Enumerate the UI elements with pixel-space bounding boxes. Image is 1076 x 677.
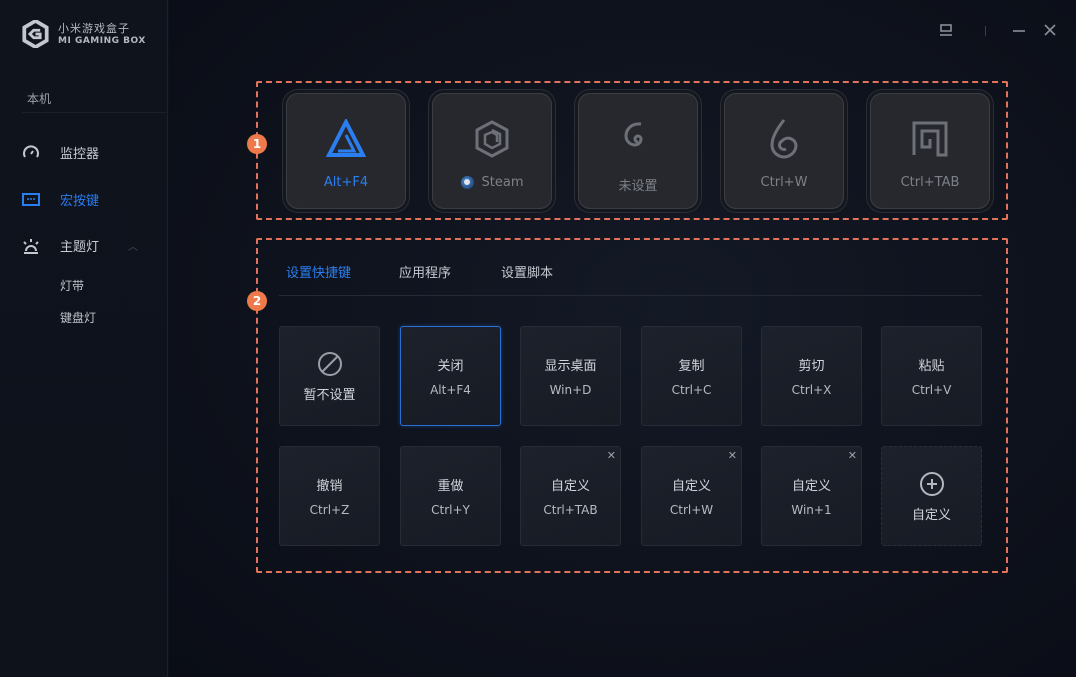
minimize-icon — [1013, 30, 1025, 32]
sidebar-item-label: 主题灯 — [60, 240, 100, 255]
shortcut-tile-none[interactable]: 暂不设置 — [279, 326, 380, 426]
shortcut-title: 自定义 — [671, 479, 711, 494]
shortcut-tile-paste[interactable]: 粘贴 Ctrl+V — [881, 326, 982, 426]
shortcut-keys: Ctrl+W — [669, 503, 714, 517]
shortcut-tile-custom-1[interactable]: ✕ 自定义 Ctrl+TAB — [520, 446, 621, 546]
chevron-up-icon[interactable]: ︿ — [128, 238, 138, 253]
macro-key-label: 未设置 — [618, 179, 658, 194]
sidebar: 小米游戏盒子 MI GAMING BOX 本机 监控器 宏按键 主题灯 ︿ 灯带… — [0, 0, 168, 677]
macro-key-label: Ctrl+TAB — [900, 175, 960, 190]
gauge-icon — [22, 144, 40, 162]
shortcut-keys: Ctrl+X — [791, 383, 832, 397]
section-label-local: 本机 — [27, 92, 52, 106]
app-name-en: MI GAMING BOX — [58, 35, 146, 46]
shortcut-tile-redo[interactable]: 重做 Ctrl+Y — [400, 446, 501, 546]
macro-key-1[interactable]: Alt+F4 — [286, 93, 406, 209]
section-divider — [22, 112, 168, 113]
shortcut-keys: Ctrl+C — [671, 383, 712, 397]
shortcut-title: 暂不设置 — [303, 387, 356, 403]
light-icon — [22, 237, 40, 255]
close-icon — [1044, 24, 1056, 36]
shortcut-title: 粘贴 — [918, 359, 945, 374]
shortcut-keys: Ctrl+Z — [309, 503, 350, 517]
tab-applications[interactable]: 应用程序 — [399, 262, 451, 281]
hexagon-icon — [470, 117, 514, 161]
sidebar-item-monitor[interactable]: 监控器 — [22, 143, 162, 162]
shortcut-title: 显示桌面 — [544, 359, 597, 374]
shortcut-tile-custom-3[interactable]: ✕ 自定义 Win+1 — [761, 446, 862, 546]
mi-gaming-logo-icon — [22, 20, 49, 48]
macro-key-4[interactable]: Ctrl+W — [724, 93, 844, 209]
window-control-separator — [985, 26, 986, 36]
shortcut-keys: Alt+F4 — [430, 383, 471, 397]
app-logo: 小米游戏盒子 MI GAMING BOX — [22, 20, 146, 48]
shortcut-tile-custom-2[interactable]: ✕ 自定义 Ctrl+W — [641, 446, 742, 546]
shortcut-title: 自定义 — [550, 479, 590, 494]
annotation-badge-1: 1 — [247, 134, 267, 154]
tab-divider — [279, 295, 982, 296]
shortcut-tile-show-desktop[interactable]: 显示桌面 Win+D — [520, 326, 621, 426]
shortcut-tile-close[interactable]: 关闭 Alt+F4 — [400, 326, 501, 426]
triangle-logo-icon — [324, 117, 368, 161]
sidebar-item-macro-keys[interactable]: 宏按键 — [22, 190, 162, 209]
prohibited-icon — [316, 350, 344, 378]
macro-key-label: Alt+F4 — [323, 175, 369, 190]
sidebar-item-label: 监控器 — [60, 147, 100, 162]
shortcut-tile-copy[interactable]: 复制 Ctrl+C — [641, 326, 742, 426]
shortcut-tile-undo[interactable]: 撤销 Ctrl+Z — [279, 446, 380, 546]
macro-key-label: Steam — [481, 175, 524, 190]
plus-circle-icon — [918, 470, 946, 498]
sidebar-subitem-keyboard-light[interactable]: 键盘灯 — [60, 309, 96, 326]
shortcut-keys: Ctrl+V — [911, 383, 952, 397]
tab-set-shortcut[interactable]: 设置快捷键 — [286, 262, 351, 281]
shortcut-keys: Ctrl+Y — [431, 503, 470, 517]
shortcut-title: 自定义 — [911, 507, 951, 523]
shortcut-title: 剪切 — [798, 359, 825, 374]
remove-shortcut-icon[interactable]: ✕ — [848, 449, 857, 462]
remove-shortcut-icon[interactable]: ✕ — [728, 449, 737, 462]
spiral-icon — [616, 117, 660, 161]
sidebar-subitem-light-strip[interactable]: 灯带 — [60, 277, 84, 294]
shortcut-title: 复制 — [678, 359, 705, 374]
macro-key-2[interactable]: Steam — [432, 93, 552, 209]
close-button[interactable] — [1042, 22, 1058, 38]
drop-spiral-icon — [762, 117, 806, 161]
sidebar-item-theme-light[interactable]: 主题灯 ︿ — [22, 236, 162, 255]
macro-key-3[interactable]: 未设置 — [578, 93, 698, 209]
annotation-badge-2: 2 — [247, 291, 267, 311]
add-custom-shortcut-button[interactable]: 自定义 — [881, 446, 982, 546]
square-spiral-icon — [908, 117, 952, 161]
shortcut-title: 重做 — [437, 479, 464, 494]
keyboard-icon — [22, 191, 40, 209]
shortcut-keys: Win+1 — [791, 503, 832, 517]
shortcut-title: 自定义 — [791, 479, 831, 494]
shortcut-title: 撤销 — [316, 479, 343, 494]
shortcut-keys: Win+D — [549, 383, 592, 397]
minimize-button[interactable] — [1011, 22, 1027, 38]
macro-key-label: Ctrl+W — [760, 175, 808, 190]
shortcut-tile-cut[interactable]: 剪切 Ctrl+X — [761, 326, 862, 426]
tab-set-script[interactable]: 设置脚本 — [501, 262, 553, 281]
shortcut-title: 关闭 — [437, 359, 464, 374]
steam-icon — [460, 176, 474, 189]
pin-icon — [940, 24, 952, 36]
shortcut-keys: Ctrl+TAB — [543, 503, 598, 517]
app-name-cn: 小米游戏盒子 — [58, 21, 130, 35]
remove-shortcut-icon[interactable]: ✕ — [607, 449, 616, 462]
pin-button[interactable] — [938, 22, 954, 38]
sidebar-item-label: 宏按键 — [60, 194, 100, 209]
macro-key-5[interactable]: Ctrl+TAB — [870, 93, 990, 209]
